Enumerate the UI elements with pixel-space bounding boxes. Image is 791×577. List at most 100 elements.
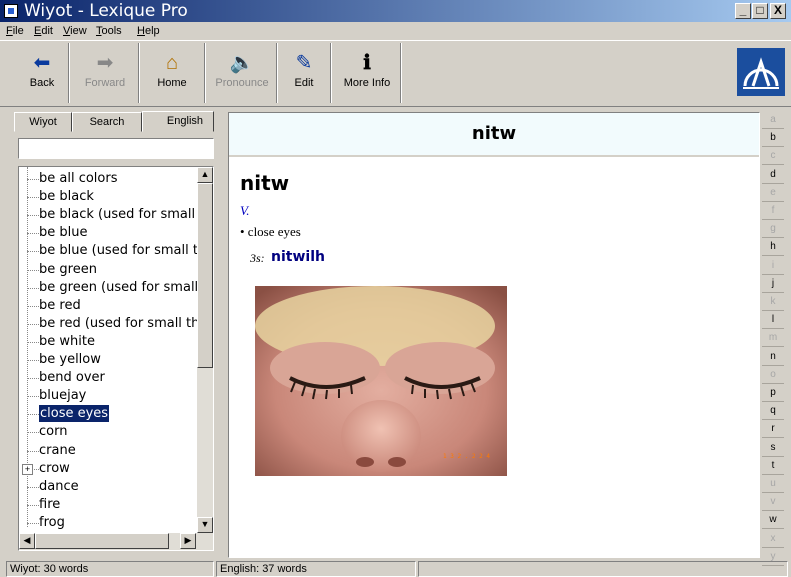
- forward-arrow-icon: ➡: [96, 52, 114, 74]
- tree-connector: [27, 522, 39, 525]
- word-list[interactable]: be all colors be black be black (used for …: [18, 166, 214, 551]
- alphabet-letter-q[interactable]: q: [762, 403, 784, 421]
- list-item[interactable]: bend over: [39, 369, 105, 386]
- alphabet-letter-w[interactable]: w: [762, 512, 784, 530]
- list-item[interactable]: be yellow: [39, 351, 101, 368]
- alphabet-letter-v[interactable]: v: [762, 494, 784, 512]
- alphabet-letter-r[interactable]: r: [762, 421, 784, 439]
- tree-connector: [27, 287, 39, 290]
- menu-bar: File Edit View Tools Help: [0, 22, 791, 40]
- list-item[interactable]: be black: [39, 188, 94, 205]
- alphabet-letter-l[interactable]: l: [762, 312, 784, 330]
- tree-connector: [27, 197, 39, 199]
- list-item[interactable]: crow: [39, 460, 70, 477]
- part-of-speech[interactable]: V.: [240, 203, 250, 219]
- home-button[interactable]: ⌂ Home: [144, 49, 200, 105]
- entry-photo: 1 3 2 . 2 2 4: [255, 286, 507, 476]
- alphabet-letter-k[interactable]: k: [762, 294, 784, 311]
- tree-connector: [27, 233, 39, 235]
- scroll-up-button[interactable]: ▲: [197, 167, 213, 183]
- menu-edit[interactable]: Edit: [34, 25, 53, 37]
- alphabet-letter-t[interactable]: t: [762, 458, 784, 475]
- alphabet-letter-g[interactable]: g: [762, 221, 784, 239]
- scroll-right-button[interactable]: ▶: [180, 533, 196, 549]
- menu-tools[interactable]: Tools: [96, 25, 122, 37]
- list-item[interactable]: be white: [39, 333, 95, 350]
- tree-connector: [27, 450, 39, 453]
- title-bar: Wiyot - Lexique Pro _ □ X: [0, 0, 791, 22]
- alphabet-letter-s[interactable]: s: [762, 440, 784, 457]
- list-item[interactable]: dance: [39, 478, 79, 495]
- search-input[interactable]: [18, 138, 214, 159]
- back-label: Back: [29, 77, 55, 89]
- list-item[interactable]: be green: [39, 261, 97, 278]
- list-item[interactable]: be red: [39, 297, 81, 314]
- tree-connector: [27, 432, 39, 434]
- minimize-button[interactable]: _: [735, 3, 751, 19]
- list-item[interactable]: be all colors: [39, 170, 118, 187]
- list-item[interactable]: bluejay: [39, 387, 86, 404]
- alphabet-letter-o[interactable]: o: [762, 367, 784, 384]
- tree-connector: [27, 360, 39, 362]
- entry-headword: nitw: [240, 171, 290, 195]
- list-item[interactable]: crane: [39, 442, 76, 459]
- alphabet-letter-i[interactable]: i: [762, 258, 784, 275]
- scroll-down-button[interactable]: ▼: [197, 517, 213, 533]
- list-item[interactable]: be green (used for small: [39, 279, 198, 296]
- vertical-scrollbar[interactable]: ▲ ▼: [197, 167, 213, 533]
- info-icon: ℹ: [363, 52, 371, 74]
- edit-button[interactable]: ✎ Edit: [282, 49, 326, 105]
- menu-help[interactable]: Help: [137, 25, 160, 37]
- back-button[interactable]: ⬅ Back: [18, 49, 66, 105]
- expand-icon[interactable]: +: [22, 463, 33, 475]
- list-item[interactable]: corn: [39, 423, 67, 440]
- tree-connector: [27, 378, 39, 380]
- maximize-button[interactable]: □: [752, 3, 768, 19]
- tab-wiyot[interactable]: Wiyot: [14, 112, 72, 132]
- alphabet-letter-m[interactable]: m: [762, 330, 784, 348]
- scroll-left-button[interactable]: ◀: [19, 533, 35, 549]
- alphabet-letter-d[interactable]: d: [762, 167, 784, 184]
- horizontal-scrollbar[interactable]: ◀ ▶: [19, 533, 213, 550]
- alphabet-letter-a[interactable]: a: [762, 112, 784, 129]
- alphabet-letter-x[interactable]: x: [762, 531, 784, 548]
- menu-file[interactable]: File: [6, 25, 24, 37]
- alphabet-letter-e[interactable]: e: [762, 185, 784, 202]
- list-item[interactable]: frog: [39, 514, 65, 531]
- list-item[interactable]: close eyes: [39, 405, 110, 423]
- tab-search[interactable]: Search: [72, 112, 142, 132]
- status-extra: [418, 561, 788, 577]
- tab-english[interactable]: English: [142, 111, 214, 132]
- headword-bar: nitw: [229, 113, 759, 157]
- entry-gloss: • close eyes: [240, 224, 301, 239]
- list-item[interactable]: be blue (used for small t: [39, 242, 198, 259]
- more-info-button[interactable]: ℹ More Info: [336, 49, 398, 105]
- alphabet-letter-h[interactable]: h: [762, 239, 784, 257]
- forward-button[interactable]: ➡ Forward: [74, 49, 136, 105]
- app-icon[interactable]: [4, 4, 18, 18]
- scroll-thumb[interactable]: [197, 183, 213, 368]
- tree-connector: [27, 179, 39, 181]
- list-item[interactable]: fire: [39, 496, 60, 513]
- pronounce-label: Pronounce: [215, 77, 269, 89]
- alphabet-letter-b[interactable]: b: [762, 130, 784, 148]
- hscroll-thumb[interactable]: [35, 533, 169, 549]
- alphabet-letter-n[interactable]: n: [762, 349, 784, 366]
- current-headword: nitw: [471, 123, 517, 144]
- list-item[interactable]: be blue: [39, 224, 87, 241]
- alphabet-letter-f[interactable]: f: [762, 203, 784, 220]
- list-item[interactable]: be black (used for small: [39, 206, 195, 223]
- alphabet-letter-j[interactable]: j: [762, 276, 784, 293]
- tree-connector: [27, 486, 39, 489]
- alphabet-letter-p[interactable]: p: [762, 385, 784, 402]
- status-english-count: English: 37 words: [216, 561, 416, 577]
- list-item[interactable]: be red (used for small th: [39, 315, 199, 332]
- tree-connector: [27, 414, 39, 416]
- tree-connector: [27, 305, 39, 308]
- alphabet-letter-u[interactable]: u: [762, 476, 784, 493]
- form-link[interactable]: nitwilh: [271, 249, 325, 265]
- pronounce-button[interactable]: 🔈 Pronounce: [210, 49, 274, 105]
- close-button[interactable]: X: [770, 3, 786, 19]
- alphabet-letter-c[interactable]: c: [762, 148, 784, 166]
- menu-view[interactable]: View: [63, 25, 87, 37]
